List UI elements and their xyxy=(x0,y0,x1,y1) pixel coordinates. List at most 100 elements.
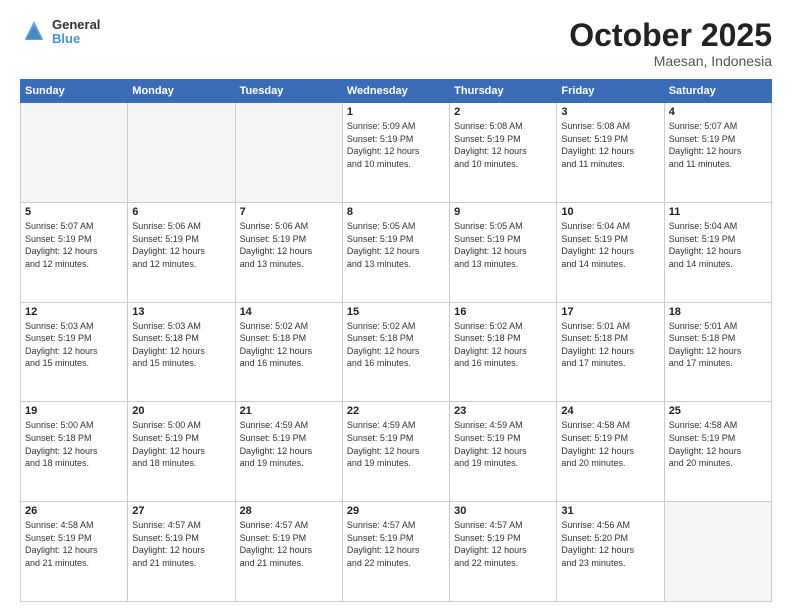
calendar-cell: 23 Sunrise: 4:59 AM Sunset: 5:19 PM Dayli… xyxy=(450,402,557,502)
day-info: Sunrise: 5:03 AM Sunset: 5:18 PM Dayligh… xyxy=(132,320,230,370)
day-info: Sunrise: 4:58 AM Sunset: 5:19 PM Dayligh… xyxy=(561,419,659,469)
calendar-cell: 20 Sunrise: 5:00 AM Sunset: 5:19 PM Dayli… xyxy=(128,402,235,502)
calendar-cell xyxy=(128,103,235,203)
calendar-cell: 15Sunrise: 5:02 AM Sunset: 5:18 PM Dayli… xyxy=(342,302,449,402)
calendar-cell xyxy=(21,103,128,203)
day-info: Sunrise: 4:56 AM Sunset: 5:20 PM Dayligh… xyxy=(561,519,659,569)
calendar-cell: 13 Sunrise: 5:03 AM Sunset: 5:18 PM Dayli… xyxy=(128,302,235,402)
location: Maesan, Indonesia xyxy=(569,53,772,69)
logo-text: General Blue xyxy=(52,18,100,47)
day-info: Sunrise: 5:06 AM Sunset: 5:19 PM Dayligh… xyxy=(240,220,338,270)
weekday-header-wednesday: Wednesday xyxy=(342,80,449,103)
calendar-cell: 9 Sunrise: 5:05 AM Sunset: 5:19 PM Daylig… xyxy=(450,202,557,302)
logo-line2: Blue xyxy=(52,32,100,46)
calendar-cell xyxy=(235,103,342,203)
day-info: Sunrise: 5:02 AM Sunset: 5:18 PM Dayligh… xyxy=(454,320,552,370)
day-number: 11 xyxy=(669,206,767,218)
day-info: Sunrise: 4:58 AM Sunset: 5:19 PM Dayligh… xyxy=(25,519,123,569)
day-number: 14 xyxy=(240,306,338,318)
header: General Blue October 2025 Maesan, Indone… xyxy=(20,18,772,69)
calendar-cell: 3 Sunrise: 5:08 AM Sunset: 5:19 PM Daylig… xyxy=(557,103,664,203)
day-info: Sunrise: 5:02 AM Sunset: 5:18 PM Dayligh… xyxy=(240,320,338,370)
day-number: 28 xyxy=(240,505,338,517)
day-info: Sunrise: 4:57 AM Sunset: 5:19 PM Dayligh… xyxy=(240,519,338,569)
day-info: Sunrise: 5:05 AM Sunset: 5:19 PM Dayligh… xyxy=(454,220,552,270)
day-number: 25 xyxy=(669,405,767,417)
calendar-cell: 17Sunrise: 5:01 AM Sunset: 5:18 PM Dayli… xyxy=(557,302,664,402)
calendar-cell xyxy=(664,502,771,602)
day-number: 2 xyxy=(454,106,552,118)
calendar-cell: 25 Sunrise: 4:58 AM Sunset: 5:19 PM Dayli… xyxy=(664,402,771,502)
calendar-cell: 14 Sunrise: 5:02 AM Sunset: 5:18 PM Dayli… xyxy=(235,302,342,402)
weekday-header-tuesday: Tuesday xyxy=(235,80,342,103)
day-number: 9 xyxy=(454,206,552,218)
day-number: 13 xyxy=(132,306,230,318)
day-info: Sunrise: 5:00 AM Sunset: 5:18 PM Dayligh… xyxy=(25,419,123,469)
day-info: Sunrise: 5:08 AM Sunset: 5:19 PM Dayligh… xyxy=(454,120,552,170)
day-number: 3 xyxy=(561,106,659,118)
day-number: 26 xyxy=(25,505,123,517)
calendar-cell: 6 Sunrise: 5:06 AM Sunset: 5:19 PM Daylig… xyxy=(128,202,235,302)
day-number: 31 xyxy=(561,505,659,517)
day-number: 21 xyxy=(240,405,338,417)
calendar-cell: 7 Sunrise: 5:06 AM Sunset: 5:19 PM Daylig… xyxy=(235,202,342,302)
day-number: 27 xyxy=(132,505,230,517)
day-info: Sunrise: 4:57 AM Sunset: 5:19 PM Dayligh… xyxy=(347,519,445,569)
day-info: Sunrise: 5:03 AM Sunset: 5:19 PM Dayligh… xyxy=(25,320,123,370)
day-info: Sunrise: 5:05 AM Sunset: 5:19 PM Dayligh… xyxy=(347,220,445,270)
day-number: 29 xyxy=(347,505,445,517)
weekday-header-monday: Monday xyxy=(128,80,235,103)
day-number: 10 xyxy=(561,206,659,218)
day-info: Sunrise: 5:09 AM Sunset: 5:19 PM Dayligh… xyxy=(347,120,445,170)
day-info: Sunrise: 5:04 AM Sunset: 5:19 PM Dayligh… xyxy=(561,220,659,270)
logo-icon xyxy=(20,18,48,46)
day-number: 5 xyxy=(25,206,123,218)
day-number: 1 xyxy=(347,106,445,118)
day-number: 12 xyxy=(25,306,123,318)
day-number: 19 xyxy=(25,405,123,417)
weekday-header-saturday: Saturday xyxy=(664,80,771,103)
day-info: Sunrise: 4:59 AM Sunset: 5:19 PM Dayligh… xyxy=(347,419,445,469)
calendar-week-2: 12 Sunrise: 5:03 AM Sunset: 5:19 PM Dayli… xyxy=(21,302,772,402)
calendar-cell: 24 Sunrise: 4:58 AM Sunset: 5:19 PM Dayli… xyxy=(557,402,664,502)
weekday-header-sunday: Sunday xyxy=(21,80,128,103)
day-info: Sunrise: 5:07 AM Sunset: 5:19 PM Dayligh… xyxy=(25,220,123,270)
calendar-cell: 18Sunrise: 5:01 AM Sunset: 5:18 PM Dayli… xyxy=(664,302,771,402)
day-info: Sunrise: 5:00 AM Sunset: 5:19 PM Dayligh… xyxy=(132,419,230,469)
calendar-cell: 26 Sunrise: 4:58 AM Sunset: 5:19 PM Dayli… xyxy=(21,502,128,602)
calendar-cell: 5 Sunrise: 5:07 AM Sunset: 5:19 PM Daylig… xyxy=(21,202,128,302)
day-info: Sunrise: 5:08 AM Sunset: 5:19 PM Dayligh… xyxy=(561,120,659,170)
weekday-header-friday: Friday xyxy=(557,80,664,103)
day-number: 8 xyxy=(347,206,445,218)
calendar-cell: 22 Sunrise: 4:59 AM Sunset: 5:19 PM Dayli… xyxy=(342,402,449,502)
day-info: Sunrise: 5:04 AM Sunset: 5:19 PM Dayligh… xyxy=(669,220,767,270)
day-number: 16 xyxy=(454,306,552,318)
calendar-cell: 19 Sunrise: 5:00 AM Sunset: 5:18 PM Dayli… xyxy=(21,402,128,502)
day-number: 4 xyxy=(669,106,767,118)
calendar-table: SundayMondayTuesdayWednesdayThursdayFrid… xyxy=(20,79,772,602)
day-info: Sunrise: 4:58 AM Sunset: 5:19 PM Dayligh… xyxy=(669,419,767,469)
day-info: Sunrise: 5:07 AM Sunset: 5:19 PM Dayligh… xyxy=(669,120,767,170)
calendar-cell: 28 Sunrise: 4:57 AM Sunset: 5:19 PM Dayli… xyxy=(235,502,342,602)
day-number: 22 xyxy=(347,405,445,417)
calendar-cell: 11 Sunrise: 5:04 AM Sunset: 5:19 PM Dayli… xyxy=(664,202,771,302)
day-number: 20 xyxy=(132,405,230,417)
calendar-cell: 30Sunrise: 4:57 AM Sunset: 5:19 PM Dayli… xyxy=(450,502,557,602)
calendar-week-1: 5 Sunrise: 5:07 AM Sunset: 5:19 PM Daylig… xyxy=(21,202,772,302)
month-title: October 2025 xyxy=(569,18,772,53)
day-info: Sunrise: 5:06 AM Sunset: 5:19 PM Dayligh… xyxy=(132,220,230,270)
day-number: 23 xyxy=(454,405,552,417)
day-number: 17 xyxy=(561,306,659,318)
day-info: Sunrise: 5:02 AM Sunset: 5:18 PM Dayligh… xyxy=(347,320,445,370)
day-info: Sunrise: 4:59 AM Sunset: 5:19 PM Dayligh… xyxy=(240,419,338,469)
weekday-header-thursday: Thursday xyxy=(450,80,557,103)
day-number: 24 xyxy=(561,405,659,417)
logo-line1: General xyxy=(52,18,100,32)
day-number: 7 xyxy=(240,206,338,218)
day-info: Sunrise: 4:57 AM Sunset: 5:19 PM Dayligh… xyxy=(132,519,230,569)
day-number: 6 xyxy=(132,206,230,218)
day-info: Sunrise: 4:59 AM Sunset: 5:19 PM Dayligh… xyxy=(454,419,552,469)
title-block: October 2025 Maesan, Indonesia xyxy=(569,18,772,69)
calendar-header-row: SundayMondayTuesdayWednesdayThursdayFrid… xyxy=(21,80,772,103)
calendar-cell: 1 Sunrise: 5:09 AM Sunset: 5:19 PM Daylig… xyxy=(342,103,449,203)
